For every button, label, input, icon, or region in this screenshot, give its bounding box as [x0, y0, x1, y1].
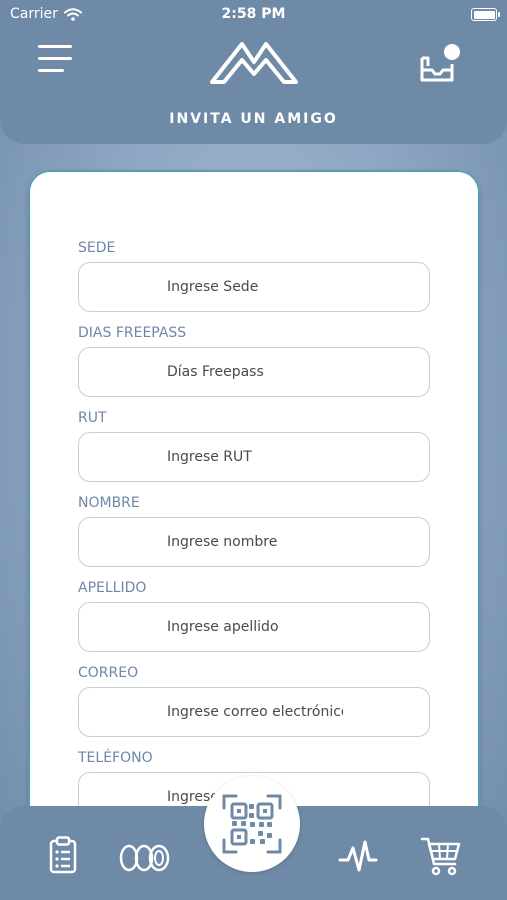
menu-line	[38, 45, 72, 48]
nav-item-activity[interactable]	[338, 838, 378, 878]
nombre-field-group: NOMBRE	[78, 495, 430, 567]
nombre-label: NOMBRE	[78, 495, 140, 511]
dias-freepass-field-group: DIAS FREEPASS	[78, 325, 430, 397]
invite-form-card: SEDE DIAS FREEPASS RUT NOMBRE APELLIDO C…	[28, 170, 480, 870]
qr-code-icon	[222, 794, 282, 854]
status-bar: Carrier 2:58 PM	[0, 0, 507, 28]
page-title: INVITA UN AMIGO	[169, 111, 338, 127]
activity-pulse-icon	[338, 840, 378, 872]
shopping-cart-icon	[420, 837, 461, 876]
status-time: 2:58 PM	[221, 6, 286, 22]
sede-field-group: SEDE	[78, 240, 430, 312]
inbox-button[interactable]	[418, 42, 462, 86]
correo-label: CORREO	[78, 665, 139, 681]
nav-item-clipboard[interactable]	[48, 836, 78, 878]
sede-label: SEDE	[78, 240, 116, 256]
menu-line	[38, 57, 72, 60]
dias-freepass-label: DIAS FREEPASS	[78, 325, 187, 341]
telefono-label: TELÉFONO	[78, 750, 153, 766]
nombre-input[interactable]	[78, 517, 430, 567]
apellido-field-group: APELLIDO	[78, 580, 430, 652]
inbox-icon	[420, 44, 460, 82]
nav-item-cart[interactable]	[420, 836, 462, 880]
dias-freepass-input[interactable]	[78, 347, 430, 397]
brand-logo-icon	[210, 42, 298, 84]
rut-input[interactable]	[78, 432, 430, 482]
nav-item-membership[interactable]	[118, 844, 172, 876]
menu-line	[38, 69, 64, 72]
correo-input[interactable]	[78, 687, 430, 737]
rut-field-group: RUT	[78, 410, 430, 482]
sede-input[interactable]	[78, 262, 430, 312]
notification-dot	[444, 44, 460, 60]
qr-scan-button[interactable]	[204, 776, 300, 872]
menu-button[interactable]	[38, 45, 74, 75]
battery-icon	[471, 8, 500, 21]
correo-field-group: CORREO	[78, 665, 430, 737]
rut-label: RUT	[78, 410, 107, 426]
apellido-label: APELLIDO	[78, 580, 147, 596]
clipboard-icon	[49, 836, 77, 874]
membership-rings-icon	[119, 844, 170, 872]
apellido-input[interactable]	[78, 602, 430, 652]
